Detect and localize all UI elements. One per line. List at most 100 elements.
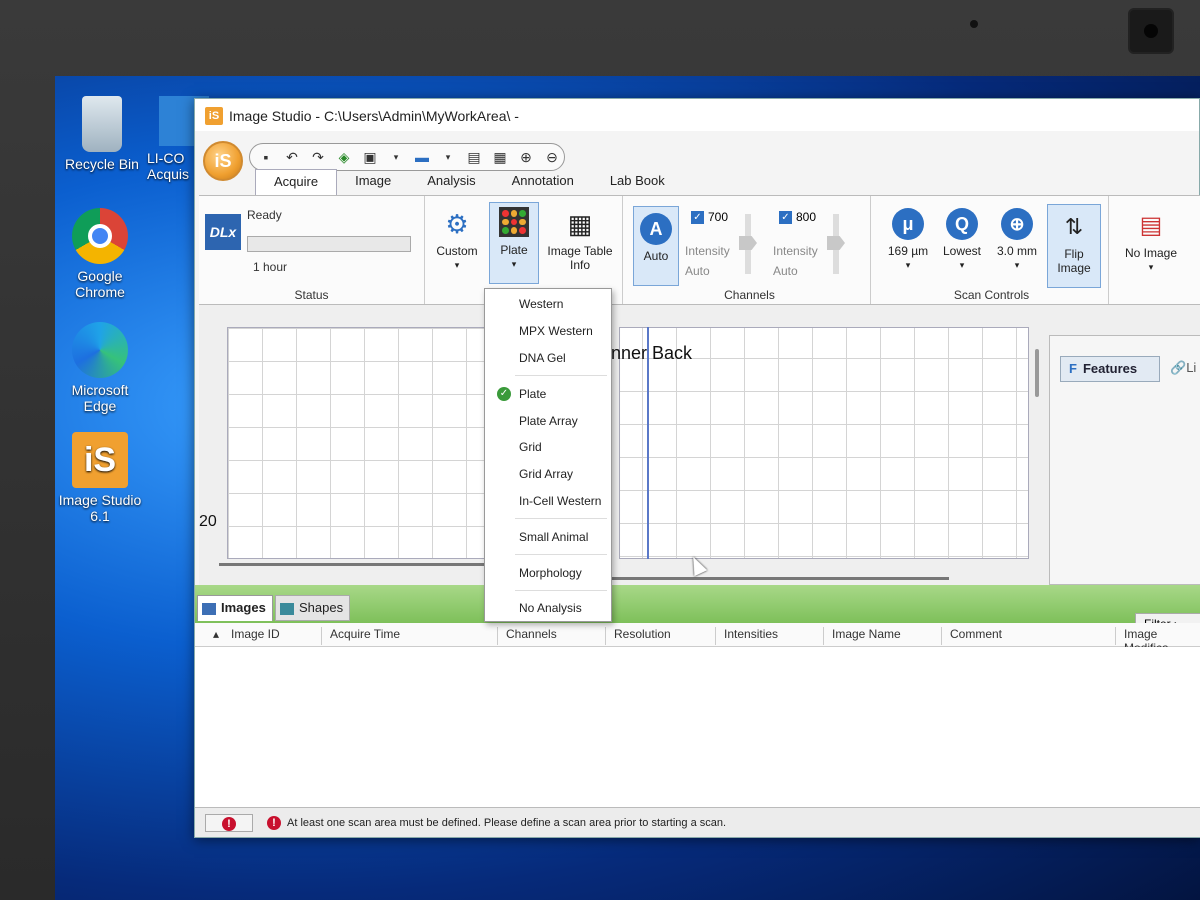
image-studio-icon: iS <box>72 432 128 488</box>
tab-lab-book[interactable]: Lab Book <box>592 169 683 195</box>
quality-label: Lowest <box>942 244 982 258</box>
quality-button[interactable]: Q Lowest ▾ <box>937 208 987 282</box>
print-icon[interactable]: ▬ <box>412 147 432 167</box>
tab-acquire[interactable]: Acquire <box>255 169 338 195</box>
slider-thumb[interactable] <box>739 236 757 250</box>
resolution-label: 169 µm <box>887 244 929 258</box>
tab-images[interactable]: Images <box>197 595 273 621</box>
menu-item-in-cell-western[interactable]: In-Cell Western <box>485 490 611 512</box>
menu-item-small-animal[interactable]: Small Animal <box>485 526 611 548</box>
tab-image[interactable]: Image <box>337 169 409 195</box>
menu-item-mpx-western[interactable]: MPX Western <box>485 320 611 342</box>
horizontal-scrollbar[interactable] <box>609 577 949 580</box>
save-icon[interactable]: ▪ <box>256 147 276 167</box>
grid-view-icon[interactable]: ▦ <box>490 147 510 167</box>
menu-item-dna-gel[interactable]: DNA Gel <box>485 347 611 369</box>
desktop-icon-recycle-bin[interactable]: Recycle Bin <box>57 96 147 172</box>
focus-offset-button[interactable]: ⊕ 3.0 mm ▾ <box>991 208 1043 282</box>
channel-800-toggle[interactable]: ✓ 800 <box>779 210 816 225</box>
chevron-down-icon[interactable]: ▾ <box>386 147 406 167</box>
group-label: Scan Controls <box>953 288 1030 302</box>
menu-item-plate-array[interactable]: Plate Array <box>485 410 611 432</box>
shapes-tab-label: Shapes <box>299 600 344 615</box>
tab-analysis[interactable]: Analysis <box>409 169 493 195</box>
link-icon: 🔗 <box>1170 360 1187 375</box>
no-image-button[interactable]: ▤ No Image ▾ <box>1121 210 1181 290</box>
sort-arrow-icon[interactable]: ▴ <box>205 627 219 645</box>
start-scan-icon[interactable]: ◈ <box>334 147 354 167</box>
desktop-icon-label: Image Studio 6.1 <box>58 492 142 524</box>
column-header[interactable]: Intensities <box>715 627 778 645</box>
channel-700-toggle[interactable]: ✓ 700 <box>691 210 728 225</box>
tab-annotation[interactable]: Annotation <box>494 169 592 195</box>
slider-thumb[interactable] <box>827 236 845 250</box>
chevron-down-icon: ▾ <box>1148 262 1154 272</box>
column-header[interactable]: Channels <box>497 627 557 645</box>
plate-label: Plate <box>500 243 528 257</box>
webcam <box>1128 8 1174 54</box>
zoom-out-icon[interactable]: ⊖ <box>542 147 562 167</box>
report-icon[interactable]: ▤ <box>464 147 484 167</box>
resolution-button[interactable]: μ 169 µm ▾ <box>881 208 935 282</box>
column-header[interactable]: Image Modifica <box>1115 627 1200 655</box>
undo-icon[interactable]: ↶ <box>282 147 302 167</box>
column-header[interactable]: Resolution <box>605 627 671 645</box>
desktop-icon-chrome[interactable]: Google Chrome <box>55 208 145 300</box>
menu-item-grid-array[interactable]: Grid Array <box>485 463 611 485</box>
error-indicator[interactable]: ! <box>205 814 253 832</box>
flip-image-button[interactable]: ⇅ Flip Image <box>1047 204 1101 288</box>
channel-800-slider[interactable] <box>827 214 845 274</box>
column-header[interactable]: Image Name <box>823 627 901 645</box>
tab-link[interactable]: 🔗Li <box>1164 356 1200 382</box>
plate-icon <box>499 207 529 237</box>
custom-button[interactable]: ⚙ Custom ▾ <box>429 204 485 280</box>
scan-grid-left[interactable] <box>227 327 489 559</box>
redo-icon[interactable]: ↷ <box>308 147 328 167</box>
column-header[interactable]: Image ID <box>223 627 280 645</box>
focus-label: 3.0 mm <box>996 244 1037 258</box>
chevron-down-icon: ▾ <box>905 260 911 270</box>
column-header[interactable]: Acquire Time <box>321 627 400 645</box>
desktop-icon-edge[interactable]: Microsoft Edge <box>55 322 145 414</box>
checkbox-checked-icon: ✓ <box>779 211 792 225</box>
table-icon: ▦ <box>567 209 593 239</box>
menu-item-western[interactable]: Western <box>485 293 611 315</box>
zoom-in-icon[interactable]: ⊕ <box>516 147 536 167</box>
auto-channels-button[interactable]: A Auto <box>633 206 679 286</box>
images-icon <box>202 602 216 615</box>
column-header[interactable]: Comment <box>941 627 1002 645</box>
tab-shapes[interactable]: Shapes <box>275 595 351 621</box>
application-menu-button[interactable]: iS <box>203 141 243 181</box>
chevron-down-icon[interactable]: ▾ <box>438 147 458 167</box>
plate-button[interactable]: Plate ▾ <box>489 202 539 284</box>
no-image-icon: ▤ <box>1139 212 1163 239</box>
tab-features[interactable]: F Features <box>1060 356 1160 382</box>
menu-item-plate[interactable]: ✓ Plate <box>485 383 611 405</box>
channel-800-mode: Auto <box>773 264 798 278</box>
vertical-scrollbar[interactable] <box>1035 349 1039 397</box>
display-group: ▤ No Image ▾ <box>1113 196 1193 304</box>
status-text: Ready <box>247 208 282 222</box>
desktop-icon-image-studio[interactable]: iS Image Studio 6.1 <box>55 432 145 524</box>
layout-icon[interactable]: ▣ <box>360 147 380 167</box>
image-table-info-button[interactable]: ▦ Image Table Info <box>543 204 617 280</box>
image-table-body <box>195 647 1200 807</box>
gear-icon: ⚙ <box>445 209 469 239</box>
channel-700-slider[interactable] <box>739 214 757 274</box>
horizontal-scrollbar[interactable] <box>219 563 489 566</box>
desktop-icon-li-cor[interactable]: LI-CO Acquis <box>147 96 209 182</box>
chevron-down-icon: ▾ <box>959 260 965 270</box>
recycle-bin-icon <box>82 96 122 152</box>
menu-item-no-analysis[interactable]: No Analysis <box>485 597 611 619</box>
image-table-header: ▴ Image ID Acquire Time Channels Resolut… <box>195 623 1200 655</box>
scan-controls-group: μ 169 µm ▾ Q Lowest ▾ ⊕ 3.0 mm ▾ ⇅ Flip … <box>875 196 1109 304</box>
scan-area-content: nner Back 20 F Features 🔗Li <box>199 305 1200 585</box>
group-label: Status <box>294 288 329 302</box>
menu-item-grid[interactable]: Grid <box>485 436 611 458</box>
flip-image-label: Flip Image <box>1057 247 1091 275</box>
desktop-icon-label: Recycle Bin <box>65 156 139 172</box>
menu-item-morphology[interactable]: Morphology <box>485 562 611 584</box>
chevron-down-icon: ▾ <box>454 260 460 270</box>
chevron-down-icon: ▾ <box>511 259 517 269</box>
menu-separator <box>515 554 607 555</box>
